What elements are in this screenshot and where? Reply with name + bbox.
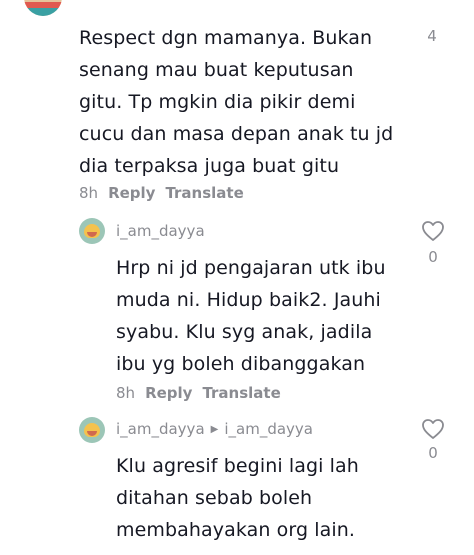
reply-time: 8h: [116, 384, 136, 402]
parent-avatar[interactable]: [24, 0, 62, 16]
comment-time: 8h: [79, 184, 99, 202]
comment-text: Respect dgn mamanya. Bukan senang mau bu…: [79, 27, 394, 177]
reply-button[interactable]: Reply: [145, 384, 192, 402]
reply-to-username[interactable]: i_am_dayya: [224, 420, 313, 438]
heart-outline-icon[interactable]: [421, 220, 445, 242]
translate-button[interactable]: Translate: [202, 384, 280, 402]
reply-meta: 8h Reply Translate: [116, 384, 281, 402]
translate-button[interactable]: Translate: [165, 184, 243, 202]
comments-panel: Respect dgn mamanya. Bukan senang mau bu…: [0, 0, 474, 555]
triangle-right-icon: ▶: [210, 423, 219, 435]
like-count: 0: [428, 444, 438, 462]
reply-button[interactable]: Reply: [108, 184, 155, 202]
username-text[interactable]: i_am_dayya: [116, 420, 205, 438]
like-count: 4: [427, 27, 437, 45]
reply-text: Klu agresif begini lagi lah ditahan seba…: [116, 455, 359, 541]
username-text[interactable]: i_am_dayya: [116, 222, 205, 240]
reply-text: Hrp ni jd pengajaran utk ibu muda ni. Hi…: [116, 257, 386, 375]
reply-username[interactable]: i_am_dayya: [116, 222, 205, 240]
reply-avatar[interactable]: [79, 417, 105, 443]
comment-meta: 8h Reply Translate: [79, 184, 244, 202]
like-count: 0: [428, 248, 438, 266]
reply-username[interactable]: i_am_dayya ▶ i_am_dayya: [116, 420, 313, 438]
heart-outline-icon[interactable]: [421, 418, 445, 440]
reply-avatar[interactable]: [79, 218, 105, 244]
